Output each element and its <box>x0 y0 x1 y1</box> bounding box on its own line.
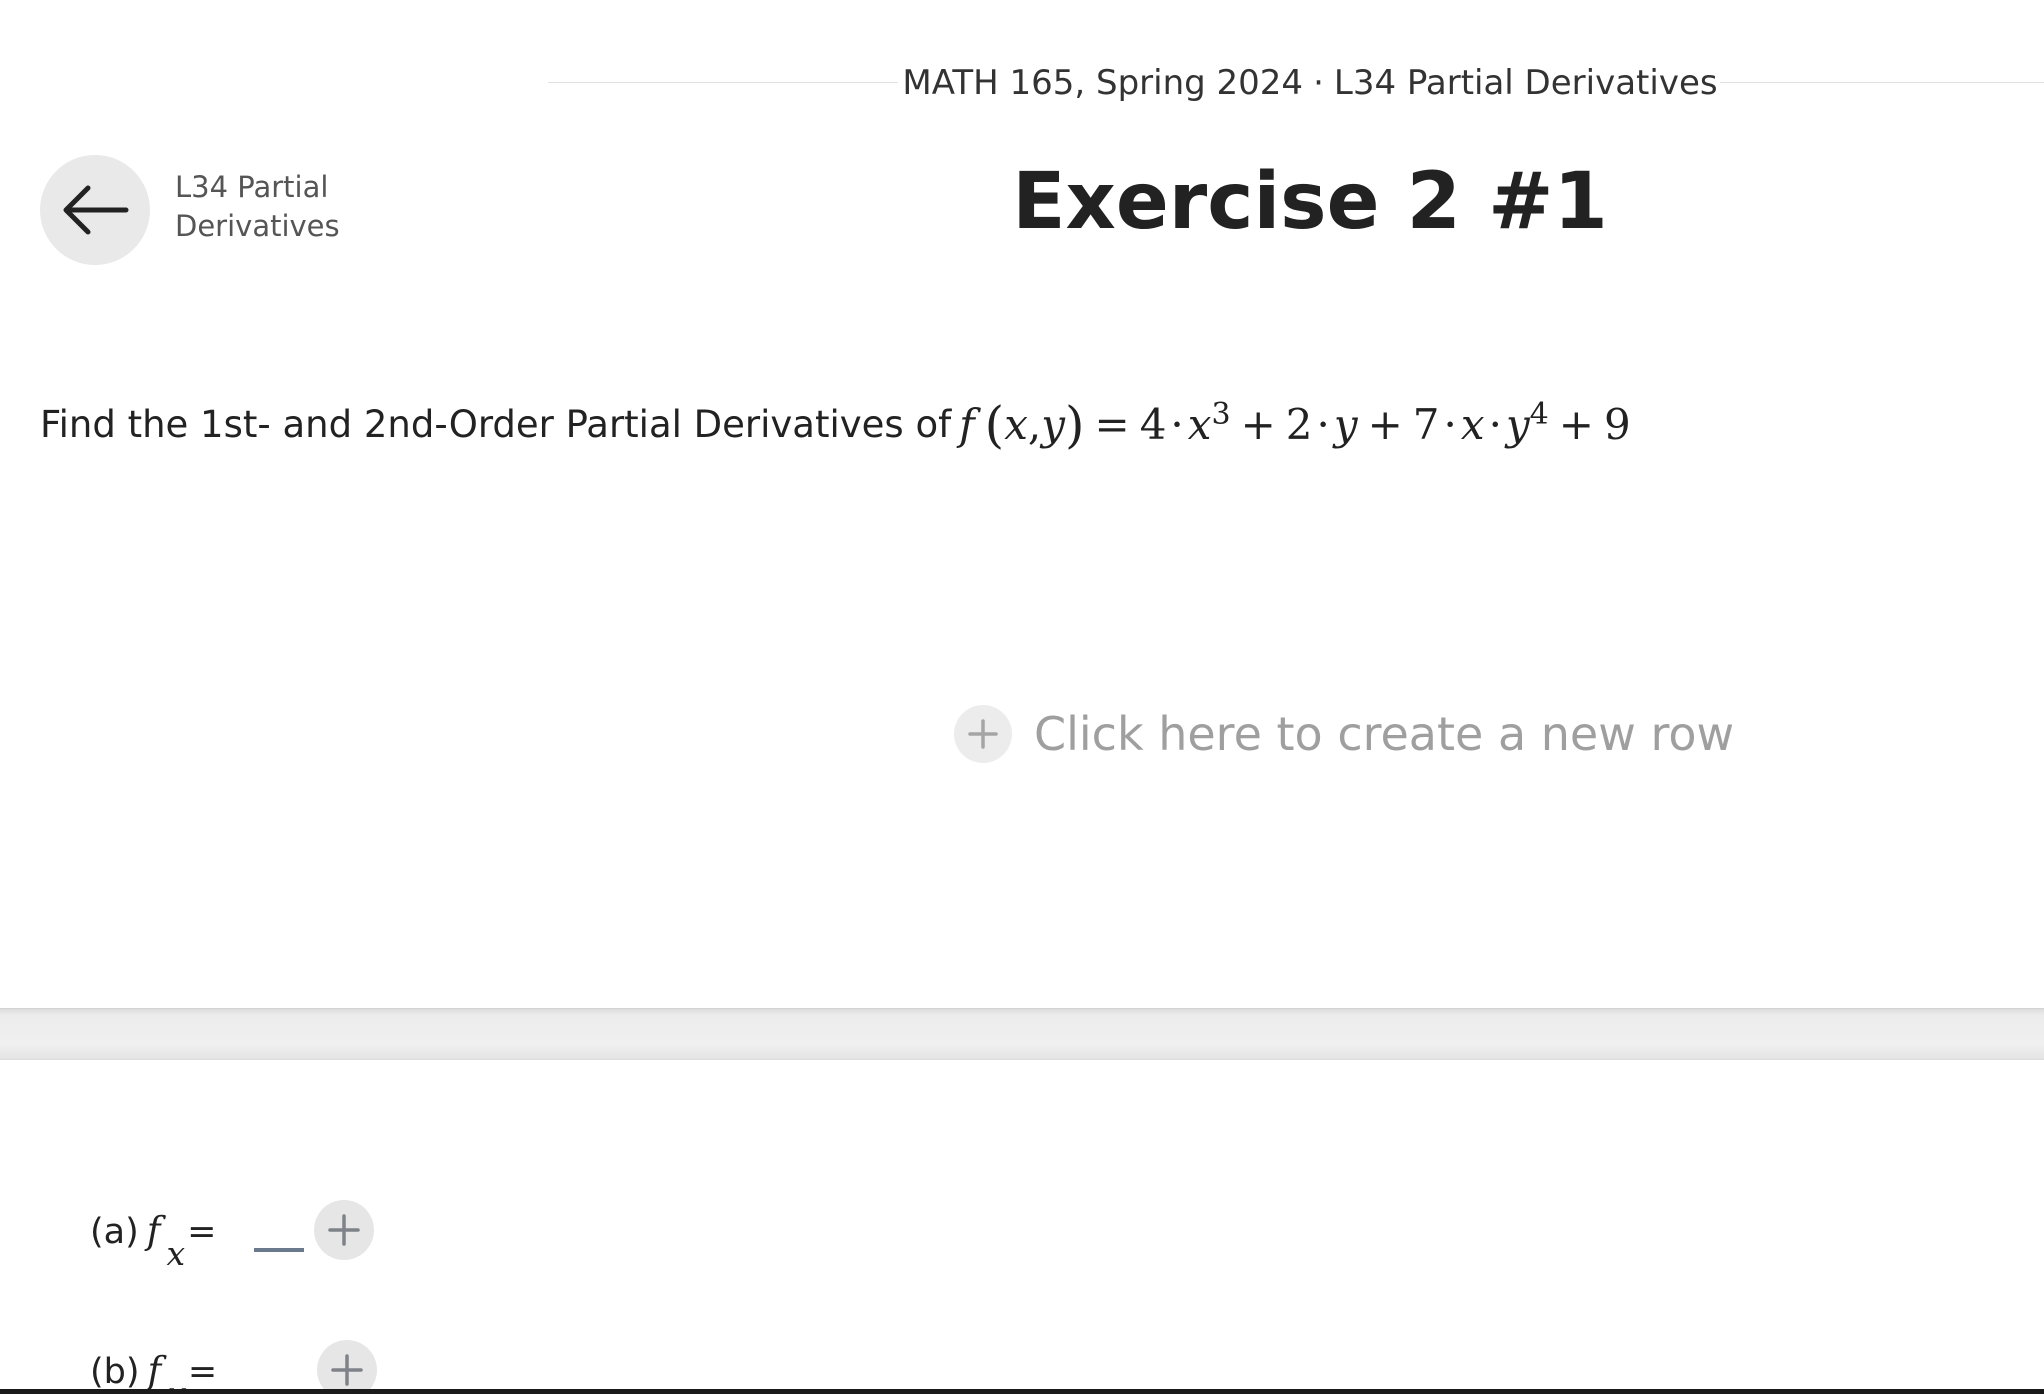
math-c3: 7 <box>1412 400 1440 449</box>
function-formula: f ( x,y ) = 4 · x 3 + 2 · y + 7 · x · y 4 + 9 <box>959 390 1631 460</box>
breadcrumb-course[interactable]: MATH 165, Spring 2024 <box>902 63 1303 103</box>
math-plus2: + <box>1367 400 1403 449</box>
breadcrumb-separator: · <box>1313 63 1324 103</box>
answer-function: f <box>147 1348 162 1392</box>
plus-icon <box>328 1214 361 1246</box>
math-c4: 9 <box>1603 400 1631 449</box>
math-x2: x <box>1460 400 1485 449</box>
answer-row-a: (a) f x = <box>90 1200 375 1273</box>
math-y2: y <box>1505 400 1530 449</box>
add-term-button-a[interactable] <box>314 1200 375 1260</box>
math-f: f <box>959 400 975 449</box>
window-bottom-edge <box>0 1389 2044 1394</box>
math-c2: 2 <box>1285 400 1313 449</box>
problem-statement: Find the 1st- and 2nd-Order Partial Deri… <box>40 390 1631 460</box>
answer-subscript: x <box>166 1233 186 1273</box>
answer-equals: = <box>187 1211 217 1252</box>
math-eq: = <box>1094 400 1130 449</box>
math-plus1: + <box>1240 400 1276 449</box>
create-new-row-button[interactable]: Click here to create a new row <box>954 705 1734 763</box>
header-rule-right <box>1720 82 2044 83</box>
create-new-row-label: Click here to create a new row <box>1034 707 1735 761</box>
answer-label-b: (b) f y = <box>90 1348 218 1394</box>
math-plus3: + <box>1558 400 1594 449</box>
math-comma: , <box>1027 400 1042 449</box>
problem-text: Find the 1st- and 2nd-Order Partial Deri… <box>40 403 952 446</box>
breadcrumb-lesson[interactable]: L34 Partial Derivatives <box>1334 63 1718 103</box>
answer-letter: (b) <box>90 1351 140 1392</box>
math-y: y <box>1041 400 1065 449</box>
answer-label-a: (a) f x = <box>90 1208 217 1273</box>
arrow-left-icon <box>63 185 129 235</box>
math-c1: 4 <box>1139 400 1167 449</box>
answer-letter: (a) <box>90 1211 139 1252</box>
answer-equals: = <box>187 1351 218 1392</box>
back-label-line1: L34 Partial <box>175 170 329 204</box>
back-link-label[interactable]: L34 Partial Derivatives <box>175 168 395 246</box>
plus-icon <box>954 705 1012 763</box>
page-title: Exercise 2 #1 <box>1012 157 1608 247</box>
panel-divider[interactable] <box>0 1008 2044 1060</box>
plus-icon <box>331 1354 363 1386</box>
page: MATH 165, Spring 2024 · L34 Partial Deriva… <box>0 0 2044 1394</box>
answer-row-b: (b) f y = <box>90 1340 378 1394</box>
header-rule-left <box>548 82 898 83</box>
add-term-button-b[interactable] <box>317 1340 378 1394</box>
math-x: x <box>1004 400 1028 449</box>
math-y1: y <box>1333 400 1358 449</box>
back-label-line2: Derivatives <box>175 209 340 243</box>
answer-input-a[interactable] <box>254 1248 305 1252</box>
math-x1: x <box>1187 400 1212 449</box>
math-e2: 4 <box>1529 397 1549 432</box>
answer-function: f <box>146 1208 161 1252</box>
math-e1: 3 <box>1211 397 1231 432</box>
breadcrumb: MATH 165, Spring 2024 · L34 Partial Deriva… <box>900 58 1720 108</box>
back-button[interactable] <box>40 155 150 265</box>
